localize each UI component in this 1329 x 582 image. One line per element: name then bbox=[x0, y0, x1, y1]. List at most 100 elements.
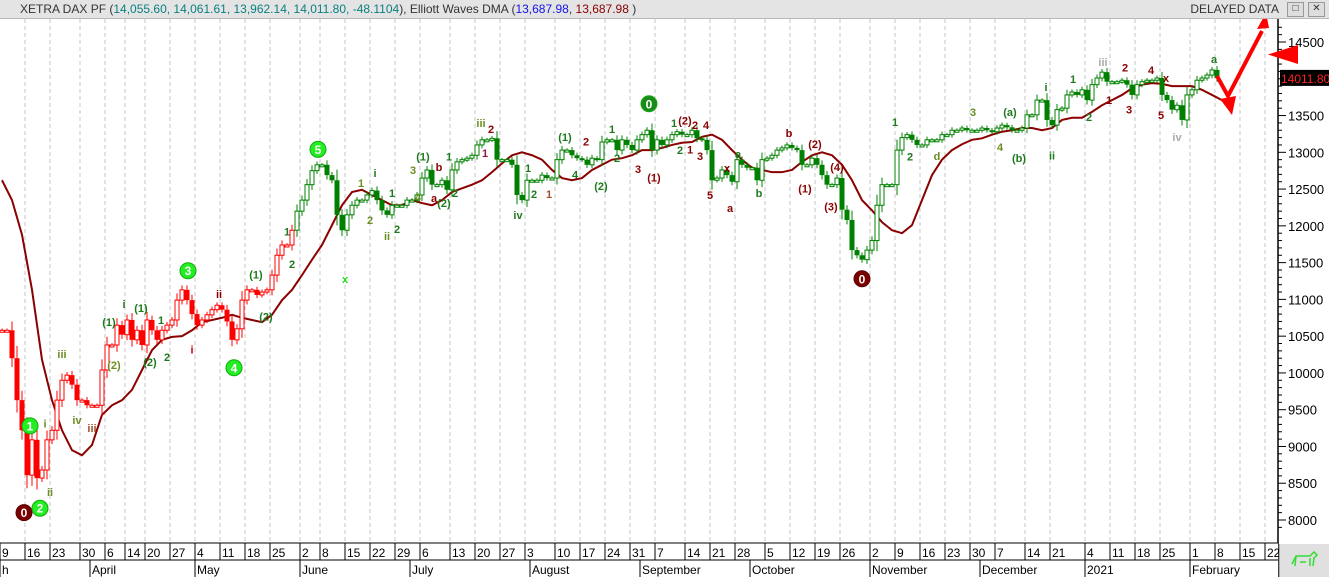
candle bbox=[94, 403, 100, 408]
candle-body-up bbox=[864, 249, 870, 261]
wave-label: (1) bbox=[558, 132, 572, 144]
candle bbox=[899, 132, 905, 156]
candle-body-up bbox=[904, 134, 910, 139]
price-tick-label: 10000 bbox=[1288, 366, 1324, 381]
candle bbox=[959, 125, 965, 133]
candle bbox=[1069, 89, 1075, 98]
candle-body-up bbox=[1054, 109, 1060, 126]
wave-label: 1 bbox=[389, 188, 395, 200]
candle-body-down bbox=[614, 139, 620, 151]
close-window-button[interactable]: ✕ bbox=[1308, 2, 1325, 17]
candle-body-up bbox=[534, 179, 540, 183]
wave-label: 2 bbox=[452, 188, 458, 200]
candle bbox=[319, 162, 325, 168]
candle-body-up bbox=[479, 139, 485, 146]
wave-label: d bbox=[934, 151, 941, 163]
price-chart[interactable]: 012iiiiiiiviii(1)(2)i (1)(2)123iii4(1)(2)… bbox=[0, 19, 1329, 577]
candle-body-down bbox=[1169, 100, 1175, 110]
wave-label: 0 bbox=[859, 272, 866, 286]
candle-body-down bbox=[184, 289, 190, 301]
wave-labels: 012iiiiiiiviii(1)(2)i (1)(2)123iii4(1)(2)… bbox=[15, 54, 1218, 522]
candle-body-up bbox=[1089, 84, 1095, 101]
candle bbox=[1114, 79, 1120, 85]
candle bbox=[779, 145, 785, 153]
candle-body-up bbox=[609, 139, 615, 143]
candle-body-down bbox=[509, 159, 515, 165]
restore-window-button[interactable]: □ bbox=[1287, 2, 1304, 17]
candle-body-up bbox=[1034, 99, 1040, 116]
candle-body-up bbox=[164, 324, 170, 331]
wave-label: iii bbox=[87, 423, 96, 435]
price-tick-label: 13000 bbox=[1288, 145, 1324, 160]
candle-body-down bbox=[754, 167, 760, 181]
candle-body-up bbox=[399, 204, 405, 208]
candle-body-down bbox=[909, 134, 915, 140]
wave-label: i bbox=[122, 299, 125, 311]
candle-body-up bbox=[299, 199, 305, 212]
candle-body-up bbox=[894, 149, 900, 186]
wave-label: i bbox=[373, 168, 376, 180]
candle-body-up bbox=[29, 439, 35, 476]
candle-body-down bbox=[1049, 119, 1055, 126]
candle bbox=[134, 326, 140, 345]
candle bbox=[109, 343, 115, 348]
candle bbox=[1094, 74, 1100, 89]
candle-body-down bbox=[799, 150, 805, 165]
candle bbox=[514, 155, 520, 205]
dma-value-2: 13,687.98 bbox=[575, 2, 629, 16]
candle-body-up bbox=[654, 139, 660, 151]
candle bbox=[1109, 79, 1115, 85]
candle-body-down bbox=[494, 138, 500, 160]
candle bbox=[49, 426, 55, 445]
week-label: 7 bbox=[997, 546, 1004, 560]
wave-label: 2 bbox=[164, 352, 170, 364]
wave-label: a bbox=[735, 149, 742, 161]
candle bbox=[434, 182, 440, 188]
wave-label: 4 bbox=[572, 169, 579, 181]
candle bbox=[129, 313, 135, 347]
candle-body-up bbox=[234, 328, 240, 341]
candle bbox=[54, 390, 60, 440]
candle-body-up bbox=[319, 164, 325, 168]
candle-body-up bbox=[1059, 107, 1065, 111]
candle-body-up bbox=[669, 134, 675, 141]
wave-label: 2 bbox=[531, 189, 537, 201]
wave-label: 0 bbox=[646, 97, 653, 111]
candle bbox=[1099, 68, 1105, 82]
candle bbox=[974, 128, 980, 133]
wave-label: ii bbox=[384, 231, 390, 243]
candle bbox=[824, 170, 830, 189]
candle bbox=[304, 178, 310, 206]
week-label: 6 bbox=[422, 546, 429, 560]
candle-body-up bbox=[284, 244, 290, 248]
candle-body-up bbox=[1119, 79, 1125, 83]
candle bbox=[549, 176, 555, 181]
candle-body-up bbox=[1099, 71, 1105, 79]
candle-body-up bbox=[59, 379, 65, 401]
candle bbox=[154, 326, 160, 345]
candle bbox=[654, 135, 660, 155]
wave-label: 2 bbox=[1086, 112, 1092, 124]
week-label: 9 bbox=[897, 546, 904, 560]
candle-body-up bbox=[779, 147, 785, 151]
instrument-name: XETRA DAX PF bbox=[20, 2, 107, 16]
candle bbox=[874, 194, 880, 252]
candle-body-up bbox=[599, 141, 605, 161]
wave-label: 3 bbox=[697, 151, 703, 163]
candle-body-up bbox=[684, 134, 690, 138]
candle bbox=[629, 141, 635, 154]
week-label: 22 bbox=[372, 546, 386, 560]
candle bbox=[144, 311, 150, 354]
candle-body-up bbox=[454, 161, 460, 171]
candle bbox=[1124, 77, 1130, 88]
candle-body-down bbox=[34, 439, 40, 479]
candle-body-up bbox=[1109, 81, 1115, 85]
candle bbox=[99, 359, 105, 416]
week-label: 11 bbox=[222, 546, 235, 560]
month-label: November bbox=[872, 563, 927, 577]
week-label: 30 bbox=[82, 546, 96, 560]
candle-body-down bbox=[579, 158, 585, 161]
candle bbox=[354, 196, 360, 209]
candle-body-up bbox=[784, 144, 790, 149]
candle bbox=[1199, 75, 1205, 83]
